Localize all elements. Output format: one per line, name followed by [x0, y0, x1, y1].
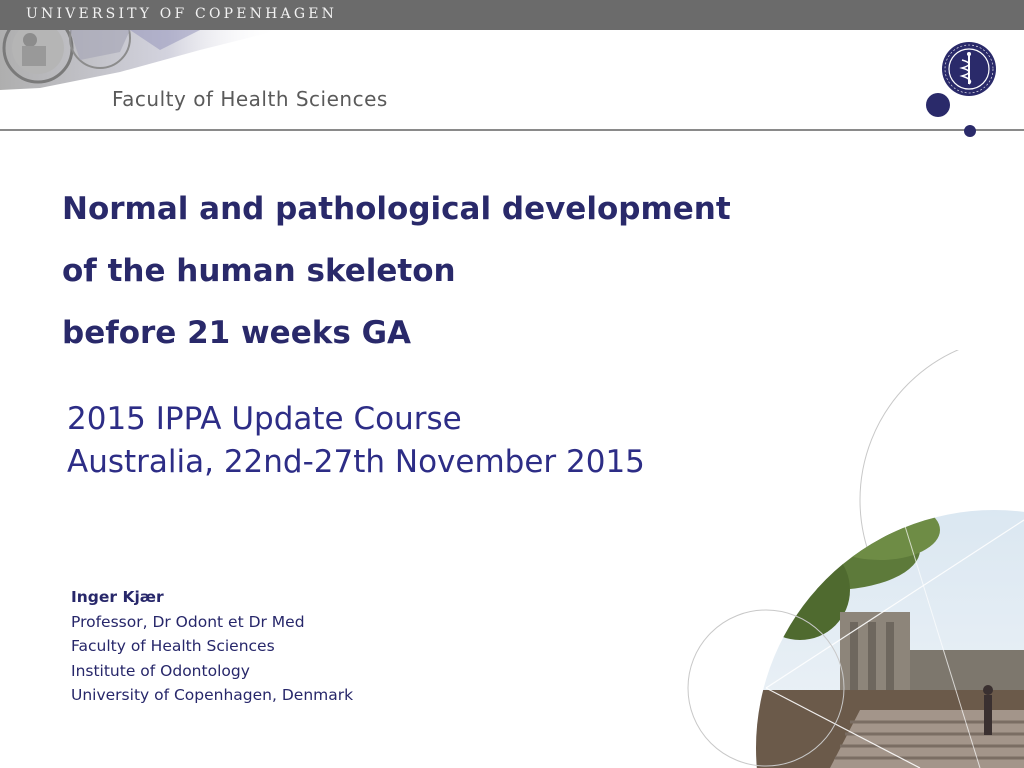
slide-title: Normal and pathological development of t…: [62, 178, 731, 364]
author-name: Inger Kjær: [71, 588, 164, 606]
title-line: of the human skeleton: [62, 253, 456, 289]
logo-dot-large: [926, 93, 950, 117]
author-line: Institute of Odontology: [71, 661, 250, 680]
subtitle-line: Australia, 22nd-27th November 2015: [67, 444, 645, 480]
header-divider: [0, 129, 1024, 131]
campus-building-photo: [687, 350, 1024, 768]
faculty-seal-logo-icon: [942, 42, 996, 96]
university-seal-icon: [0, 30, 280, 90]
university-name: UNIVERSITY OF COPENHAGEN: [26, 6, 338, 22]
faculty-header: Faculty of Health Sciences: [112, 87, 388, 111]
slide-subtitle: 2015 IPPA Update Course Australia, 22nd-…: [67, 398, 645, 484]
author-line: University of Copenhagen, Denmark: [71, 686, 354, 704]
university-header-bar: UNIVERSITY OF COPENHAGEN: [0, 0, 1024, 30]
subtitle-line: 2015 IPPA Update Course: [67, 401, 462, 437]
logo-dot-small: [964, 125, 976, 137]
author-block: Inger Kjær Professor, Dr Odont et Dr Med…: [71, 585, 353, 708]
author-line: Professor, Dr Odont et Dr Med: [71, 612, 305, 631]
title-line: before 21 weeks GA: [62, 315, 412, 351]
title-line: Normal and pathological development: [62, 191, 731, 227]
author-line: Faculty of Health Sciences: [71, 637, 275, 655]
